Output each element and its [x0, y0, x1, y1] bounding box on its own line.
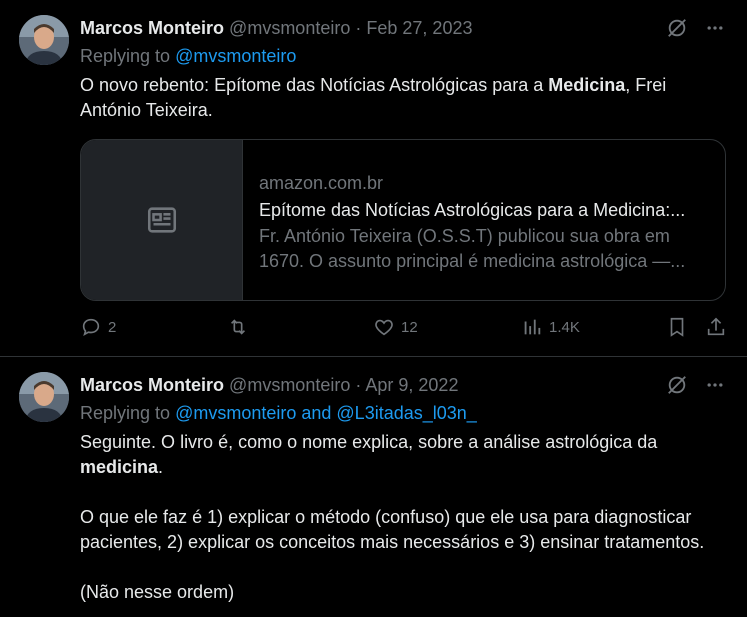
tweet[interactable]: Marcos Monteiro @mvsmonteiro · Feb 27, 2…	[0, 0, 747, 357]
card-thumbnail	[81, 140, 243, 300]
reply-icon	[82, 318, 100, 337]
more-icon[interactable]	[703, 373, 727, 397]
share-icon	[707, 317, 725, 336]
replying-prefix: Replying to	[80, 403, 171, 423]
card-domain: amazon.com.br	[259, 173, 384, 193]
retweet-icon	[230, 319, 246, 335]
bookmark-button[interactable]	[666, 316, 688, 338]
more-icon[interactable]	[703, 16, 727, 40]
tweet-paragraph: (Não nesse ordem)	[80, 582, 235, 602]
views-icon	[524, 319, 541, 335]
card-description: Fr. António Teixeira (O.S.S.T) publicou …	[259, 226, 686, 271]
retweet-button[interactable]	[227, 316, 255, 338]
card-text: amazon.com.br Epítome das Notícias Astro…	[243, 140, 725, 300]
tweet[interactable]: Marcos Monteiro @mvsmonteiro · Apr 9, 20…	[0, 357, 747, 617]
grok-icon[interactable]	[665, 16, 689, 40]
tweet-text-part: O novo rebento: Epítome das Notícias Ast…	[80, 75, 549, 95]
tweet-date[interactable]: Apr 9, 2022	[365, 375, 458, 395]
tweet-header: Marcos Monteiro @mvsmonteiro · Feb 27, 2…	[80, 17, 472, 39]
replying-handle-link[interactable]: @mvsmonteiro and @L3itadas_l03n_	[175, 403, 477, 423]
tweet-text-part: .	[158, 457, 164, 477]
grok-icon[interactable]	[665, 373, 689, 397]
tweet-paragraph: Seguinte. O livro é, como o nome explica…	[80, 430, 730, 480]
tweet-actions: 2 12 1.4K	[80, 316, 730, 342]
like-count: 12	[401, 318, 418, 336]
views-count: 1.4K	[549, 318, 580, 336]
reply-count: 2	[108, 318, 117, 336]
tweet-text: O novo rebento: Epítome das Notícias Ast…	[80, 73, 730, 123]
author-handle[interactable]: @mvsmonteiro	[229, 18, 350, 38]
replying-to: Replying to @mvsmonteiro	[80, 45, 296, 67]
share-button[interactable]	[705, 316, 727, 338]
tweet-text-part: Seguinte. O livro é, como o nome explica…	[80, 432, 658, 452]
separator: ·	[355, 375, 362, 395]
avatar[interactable]	[19, 372, 69, 422]
bookmark-icon	[670, 317, 684, 337]
link-card[interactable]: amazon.com.br Epítome das Notícias Astro…	[80, 139, 726, 301]
tweet-text-bold: Medicina	[548, 75, 626, 95]
avatar[interactable]	[19, 15, 69, 65]
card-title: Epítome das Notícias Astrológicas para a…	[259, 200, 686, 220]
reply-button[interactable]: 2	[80, 316, 116, 338]
tweet-date[interactable]: Feb 27, 2023	[366, 18, 472, 38]
author-name[interactable]: Marcos Monteiro	[80, 18, 224, 38]
like-button[interactable]: 12	[373, 316, 418, 338]
tweet-top-actions	[665, 16, 727, 40]
tweet-header: Marcos Monteiro @mvsmonteiro · Apr 9, 20…	[80, 374, 458, 396]
replying-to: Replying to @mvsmonteiro and @L3itadas_l…	[80, 402, 477, 424]
author-name[interactable]: Marcos Monteiro	[80, 375, 224, 395]
tweet-top-actions	[665, 373, 727, 397]
article-icon	[147, 207, 176, 233]
tweet-text: Seguinte. O livro é, como o nome explica…	[80, 430, 730, 617]
author-handle[interactable]: @mvsmonteiro	[229, 375, 350, 395]
like-icon	[375, 319, 393, 336]
replying-handle-link[interactable]: @mvsmonteiro	[175, 46, 296, 66]
separator: ·	[355, 18, 362, 38]
views-button[interactable]: 1.4K	[521, 316, 580, 338]
tweet-paragraph: O que ele faz é 1) explicar o método (co…	[80, 507, 705, 552]
tweet-text-bold: medicina	[80, 457, 159, 477]
replying-prefix: Replying to	[80, 46, 171, 66]
